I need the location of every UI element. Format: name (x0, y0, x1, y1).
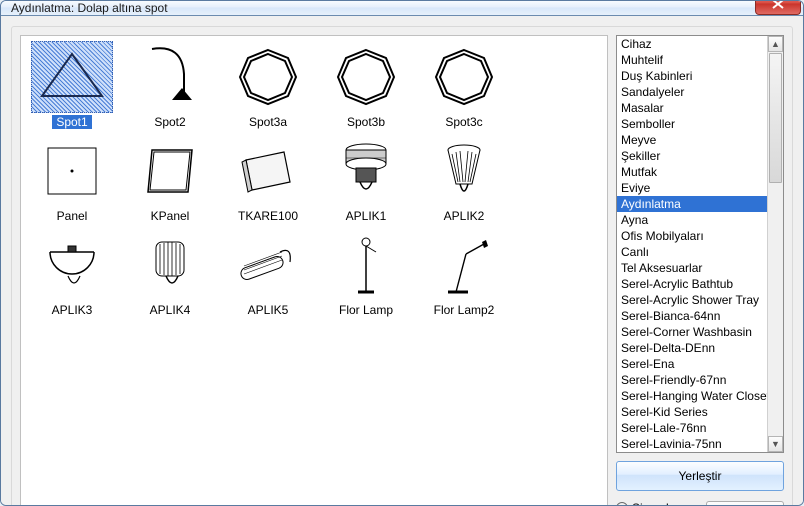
category-item[interactable]: Meyve (617, 132, 767, 148)
scroll-thumb[interactable] (769, 53, 782, 183)
tkare-icon (227, 135, 309, 207)
category-item[interactable]: Tel Aksesuarlar (617, 260, 767, 276)
scroll-up-button[interactable]: ▲ (768, 36, 783, 52)
florlamp2-icon (423, 229, 505, 301)
category-item[interactable]: Ofis Mobilyaları (617, 228, 767, 244)
right-panel: CihazMuhtelifDuş KabinleriSandalyelerMas… (616, 35, 784, 506)
aplik5-icon (227, 229, 309, 301)
category-item[interactable]: Cihaz (617, 36, 767, 52)
gallery-tile[interactable]: APLIK2 (416, 135, 512, 223)
gallery-tile-label: Spot2 (150, 115, 189, 129)
place-button[interactable]: Yerleştir (616, 461, 784, 491)
close-icon (772, 0, 784, 12)
symbol-gallery: Spot1 Spot2 Spot3a Spot3b Spot3c Panel KPanel T… (20, 35, 608, 506)
gallery-tile[interactable]: Flor Lamp (318, 229, 414, 317)
view-mode-radios: Simgeler Liste (616, 501, 700, 506)
listbox-scrollbar[interactable]: ▲ ▼ (767, 36, 783, 452)
gallery-tile[interactable]: Flor Lamp2 (416, 229, 512, 317)
gallery-tile[interactable]: TKARE100 (220, 135, 316, 223)
gallery-tile-label: APLIK2 (440, 209, 489, 223)
spot3c-icon (423, 41, 505, 113)
scroll-down-button[interactable]: ▼ (768, 436, 783, 452)
category-item[interactable]: Şekiller (617, 148, 767, 164)
aplik4-icon (129, 229, 211, 301)
category-item[interactable]: Serel-Ena (617, 356, 767, 372)
category-item[interactable]: Masalar (617, 100, 767, 116)
radio-dot-icon (616, 502, 628, 506)
gallery-tile-label: APLIK5 (244, 303, 293, 317)
category-listbox[interactable]: CihazMuhtelifDuş KabinleriSandalyelerMas… (616, 35, 784, 453)
category-item[interactable]: Serel-Acrylic Shower Tray (617, 292, 767, 308)
gallery-tile[interactable]: APLIK4 (122, 229, 218, 317)
category-item[interactable]: Ayna (617, 212, 767, 228)
category-item[interactable]: Muhtelif (617, 52, 767, 68)
panel1-icon (31, 135, 113, 207)
gallery-tile[interactable]: Panel (24, 135, 120, 223)
radio-icons[interactable]: Simgeler (616, 501, 700, 506)
category-item[interactable]: Serel-Lavinia-75nn (617, 436, 767, 452)
spot2-icon (129, 41, 211, 113)
gallery-tile[interactable]: APLIK3 (24, 229, 120, 317)
place-button-label: Yerleştir (679, 469, 722, 483)
titlebar: Aydınlatma: Dolap altına spot (1, 1, 803, 16)
category-item[interactable]: Serel-Lale-76nn (617, 420, 767, 436)
spot3a-icon (227, 41, 309, 113)
florlamp-icon (325, 229, 407, 301)
category-item[interactable]: Eviye (617, 180, 767, 196)
chevron-up-icon: ▲ (771, 39, 780, 49)
category-item[interactable]: Semboller (617, 116, 767, 132)
gallery-tile-label: TKARE100 (234, 209, 302, 223)
gallery-tile[interactable]: APLIK5 (220, 229, 316, 317)
chevron-down-icon: ▼ (771, 439, 780, 449)
exit-button[interactable]: Çıkış (706, 501, 784, 506)
gallery-tile[interactable]: Spot3a (220, 41, 316, 129)
category-item[interactable]: Sandalyeler (617, 84, 767, 100)
category-item[interactable]: Aydınlatma (617, 196, 767, 212)
dialog-window: Aydınlatma: Dolap altına spot Spot1 Spot2… (0, 0, 804, 506)
gallery-tile[interactable]: Spot2 (122, 41, 218, 129)
gallery-tile-label: KPanel (147, 209, 194, 223)
gallery-tile-label: Panel (53, 209, 92, 223)
gallery-tile-label: Spot3c (441, 115, 486, 129)
category-item[interactable]: Serel-Kid Series (617, 404, 767, 420)
gallery-tile[interactable]: Spot1 (24, 41, 120, 129)
window-title: Aydınlatma: Dolap altına spot (11, 1, 168, 15)
kpanel-icon (129, 135, 211, 207)
category-item[interactable]: Duş Kabinleri (617, 68, 767, 84)
category-item[interactable]: Serel-Bianca-64nn (617, 308, 767, 324)
category-item[interactable]: Serel-Corner Washbasin (617, 324, 767, 340)
gallery-tile[interactable]: Spot3b (318, 41, 414, 129)
gallery-tile[interactable]: APLIK1 (318, 135, 414, 223)
gallery-tile-label: Flor Lamp2 (430, 303, 499, 317)
gallery-tile-label: Spot3b (343, 115, 389, 129)
category-item[interactable]: Serel-Acrylic Bathtub (617, 276, 767, 292)
gallery-tile-label: APLIK1 (342, 209, 391, 223)
bottom-controls: Simgeler Liste Çıkış (616, 501, 784, 506)
aplik2-icon (423, 135, 505, 207)
category-item[interactable]: Canlı (617, 244, 767, 260)
close-button[interactable] (755, 0, 801, 15)
spot3b-icon (325, 41, 407, 113)
aplik1-icon (325, 135, 407, 207)
gallery-tile[interactable]: KPanel (122, 135, 218, 223)
client-area: Spot1 Spot2 Spot3a Spot3b Spot3c Panel KPanel T… (1, 16, 803, 506)
gallery-tile-label: Flor Lamp (335, 303, 397, 317)
gallery-tile-label: APLIK3 (48, 303, 97, 317)
gallery-tile[interactable]: Spot3c (416, 41, 512, 129)
category-item[interactable]: Serel-Friendly-67nn (617, 372, 767, 388)
category-item[interactable]: Serel-Delta-DEnn (617, 340, 767, 356)
category-item[interactable]: Mutfak (617, 164, 767, 180)
content-frame: Spot1 Spot2 Spot3a Spot3b Spot3c Panel KPanel T… (11, 26, 793, 506)
gallery-tile-label: APLIK4 (146, 303, 195, 317)
spot1-icon (31, 41, 113, 113)
category-item[interactable]: Serel-Hanging Water Closet (617, 388, 767, 404)
aplik3-icon (31, 229, 113, 301)
gallery-tile-label: Spot3a (245, 115, 291, 129)
radio-icons-label: Simgeler (632, 501, 679, 506)
gallery-tile-label: Spot1 (52, 115, 91, 129)
